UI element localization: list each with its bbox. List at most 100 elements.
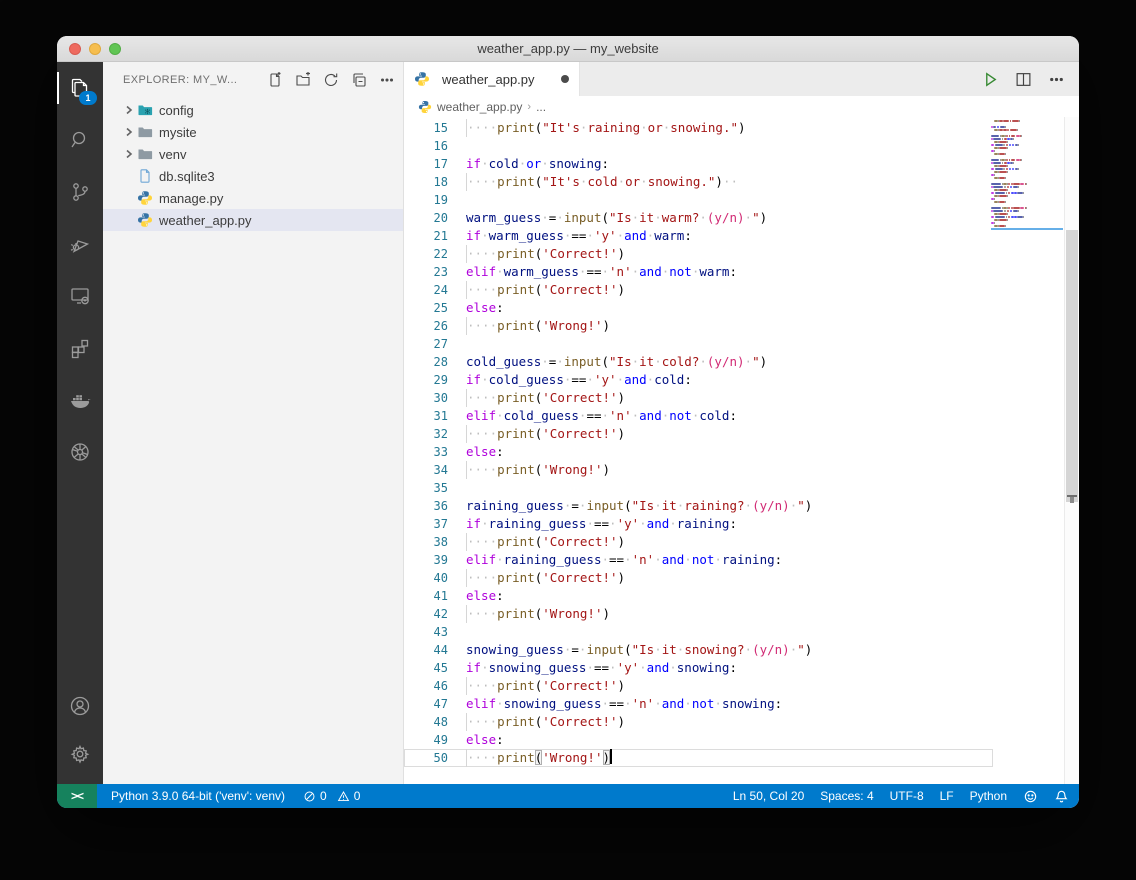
scrollbar-thumb[interactable] — [1066, 230, 1078, 502]
code-line[interactable]: 24····print('Correct!') — [404, 281, 993, 299]
new-file-icon[interactable] — [267, 72, 283, 88]
tab-weather-app[interactable]: weather_app.py — [404, 62, 580, 96]
code-line[interactable]: 48····print('Correct!') — [404, 713, 993, 731]
tree-item-manage-py[interactable]: manage.py — [103, 187, 403, 209]
line-number[interactable]: 25 — [404, 299, 466, 317]
eol-status[interactable]: LF — [940, 789, 954, 803]
code-line[interactable]: 21if·warm_guess·==·'y'·and·warm: — [404, 227, 993, 245]
chevron-right-icon[interactable] — [121, 146, 137, 162]
code-line[interactable]: 39elif·raining_guess·==·'n'·and·not·rain… — [404, 551, 993, 569]
remote-indicator[interactable]: >< — [57, 784, 97, 808]
feedback-icon[interactable] — [1023, 789, 1038, 804]
line-number[interactable]: 37 — [404, 515, 466, 533]
line-number[interactable]: 39 — [404, 551, 466, 569]
code-line[interactable]: 31elif·cold_guess·==·'n'·and·not·cold: — [404, 407, 993, 425]
line-number[interactable]: 33 — [404, 443, 466, 461]
line-number[interactable]: 31 — [404, 407, 466, 425]
tree-item-config[interactable]: config — [103, 99, 403, 121]
line-number[interactable]: 27 — [404, 335, 466, 353]
line-number[interactable]: 21 — [404, 227, 466, 245]
dirty-indicator-icon[interactable] — [561, 75, 569, 83]
code-line[interactable]: 33else: — [404, 443, 993, 461]
tree-item-venv[interactable]: venv — [103, 143, 403, 165]
remote-explorer-activity-button[interactable] — [57, 270, 103, 322]
python-interpreter-status[interactable]: Python 3.9.0 64-bit ('venv': venv) — [111, 789, 285, 803]
breadcrumb-file[interactable]: weather_app.py — [437, 100, 522, 114]
line-number[interactable]: 24 — [404, 281, 466, 299]
line-number[interactable]: 49 — [404, 731, 466, 749]
code-line[interactable]: 28cold_guess·=·input("Is·it·cold?·(y/n)·… — [404, 353, 993, 371]
line-number[interactable]: 48 — [404, 713, 466, 731]
code-line[interactable]: 44snowing_guess·=·input("Is·it·snowing?·… — [404, 641, 993, 659]
source-control-activity-button[interactable] — [57, 166, 103, 218]
code-line[interactable]: 27 — [404, 335, 993, 353]
line-number[interactable]: 47 — [404, 695, 466, 713]
manage-settings-button[interactable] — [57, 730, 103, 778]
code-line[interactable]: 30····print('Correct!') — [404, 389, 993, 407]
line-number[interactable]: 34 — [404, 461, 466, 479]
more-actions-icon[interactable] — [379, 72, 395, 88]
cursor-position-status[interactable]: Ln 50, Col 20 — [733, 789, 804, 803]
new-folder-icon[interactable] — [295, 72, 311, 88]
tree-item-weather-app-py[interactable]: weather_app.py — [103, 209, 403, 231]
chevron-right-icon[interactable] — [121, 102, 137, 118]
code-line[interactable]: 23elif·warm_guess·==·'n'·and·not·warm: — [404, 263, 993, 281]
line-number[interactable]: 26 — [404, 317, 466, 335]
extensions-activity-button[interactable] — [57, 322, 103, 374]
tree-item-db-sqlite3[interactable]: db.sqlite3 — [103, 165, 403, 187]
line-number[interactable]: 30 — [404, 389, 466, 407]
line-number[interactable]: 28 — [404, 353, 466, 371]
code-line[interactable]: 20warm_guess·=·input("Is·it·warm?·(y/n)·… — [404, 209, 993, 227]
line-number[interactable]: 44 — [404, 641, 466, 659]
line-number[interactable]: 38 — [404, 533, 466, 551]
refresh-icon[interactable] — [323, 72, 339, 88]
split-editor-icon[interactable] — [1015, 71, 1032, 88]
encoding-status[interactable]: UTF-8 — [890, 789, 924, 803]
line-number[interactable]: 42 — [404, 605, 466, 623]
code-line[interactable]: 45if·snowing_guess·==·'y'·and·snowing: — [404, 659, 993, 677]
run-python-file-icon[interactable] — [982, 71, 999, 88]
line-number[interactable]: 45 — [404, 659, 466, 677]
code-line[interactable]: 43 — [404, 623, 993, 641]
more-editor-actions-icon[interactable] — [1048, 71, 1065, 88]
zoom-window-button[interactable] — [109, 43, 121, 55]
collapse-all-icon[interactable] — [351, 72, 367, 88]
line-number[interactable]: 23 — [404, 263, 466, 281]
breadcrumb[interactable]: weather_app.py › ... — [404, 96, 1079, 117]
line-number[interactable]: 18 — [404, 173, 466, 191]
minimap[interactable] — [987, 117, 1065, 230]
line-number[interactable]: 41 — [404, 587, 466, 605]
line-number[interactable]: 46 — [404, 677, 466, 695]
explorer-activity-button[interactable]: 1 — [57, 62, 103, 114]
code-line[interactable]: 38····print('Correct!') — [404, 533, 993, 551]
code-line[interactable]: 16 — [404, 137, 993, 155]
code-line[interactable]: 42····print('Wrong!') — [404, 605, 993, 623]
code-line[interactable]: 50····print('Wrong!') — [404, 749, 993, 767]
line-number[interactable]: 22 — [404, 245, 466, 263]
line-number[interactable]: 36 — [404, 497, 466, 515]
vertical-scrollbar[interactable] — [1064, 117, 1079, 784]
line-number[interactable]: 20 — [404, 209, 466, 227]
code-line[interactable]: 40····print('Correct!') — [404, 569, 993, 587]
line-number[interactable]: 19 — [404, 191, 466, 209]
code-line[interactable]: 35 — [404, 479, 993, 497]
code-line[interactable]: 25else: — [404, 299, 993, 317]
code-line[interactable]: 41else: — [404, 587, 993, 605]
code-line[interactable]: 46····print('Correct!') — [404, 677, 993, 695]
kubernetes-activity-button[interactable] — [57, 426, 103, 478]
code-line[interactable]: 49else: — [404, 731, 993, 749]
line-number[interactable]: 16 — [404, 137, 466, 155]
docker-activity-button[interactable] — [57, 374, 103, 426]
run-debug-activity-button[interactable] — [57, 218, 103, 270]
tree-item-mysite[interactable]: mysite — [103, 121, 403, 143]
code-line[interactable]: 36raining_guess·=·input("Is·it·raining?·… — [404, 497, 993, 515]
code-line[interactable]: 29if·cold_guess·==·'y'·and·cold: — [404, 371, 993, 389]
line-number[interactable]: 40 — [404, 569, 466, 587]
code-line[interactable]: 37if·raining_guess·==·'y'·and·raining: — [404, 515, 993, 533]
notifications-bell-icon[interactable] — [1054, 789, 1069, 804]
code-line[interactable]: 47elif·snowing_guess·==·'n'·and·not·snow… — [404, 695, 993, 713]
code-line[interactable]: 17if·cold·or·snowing: — [404, 155, 993, 173]
search-activity-button[interactable] — [57, 114, 103, 166]
close-window-button[interactable] — [69, 43, 81, 55]
code-line[interactable]: 32····print('Correct!') — [404, 425, 993, 443]
